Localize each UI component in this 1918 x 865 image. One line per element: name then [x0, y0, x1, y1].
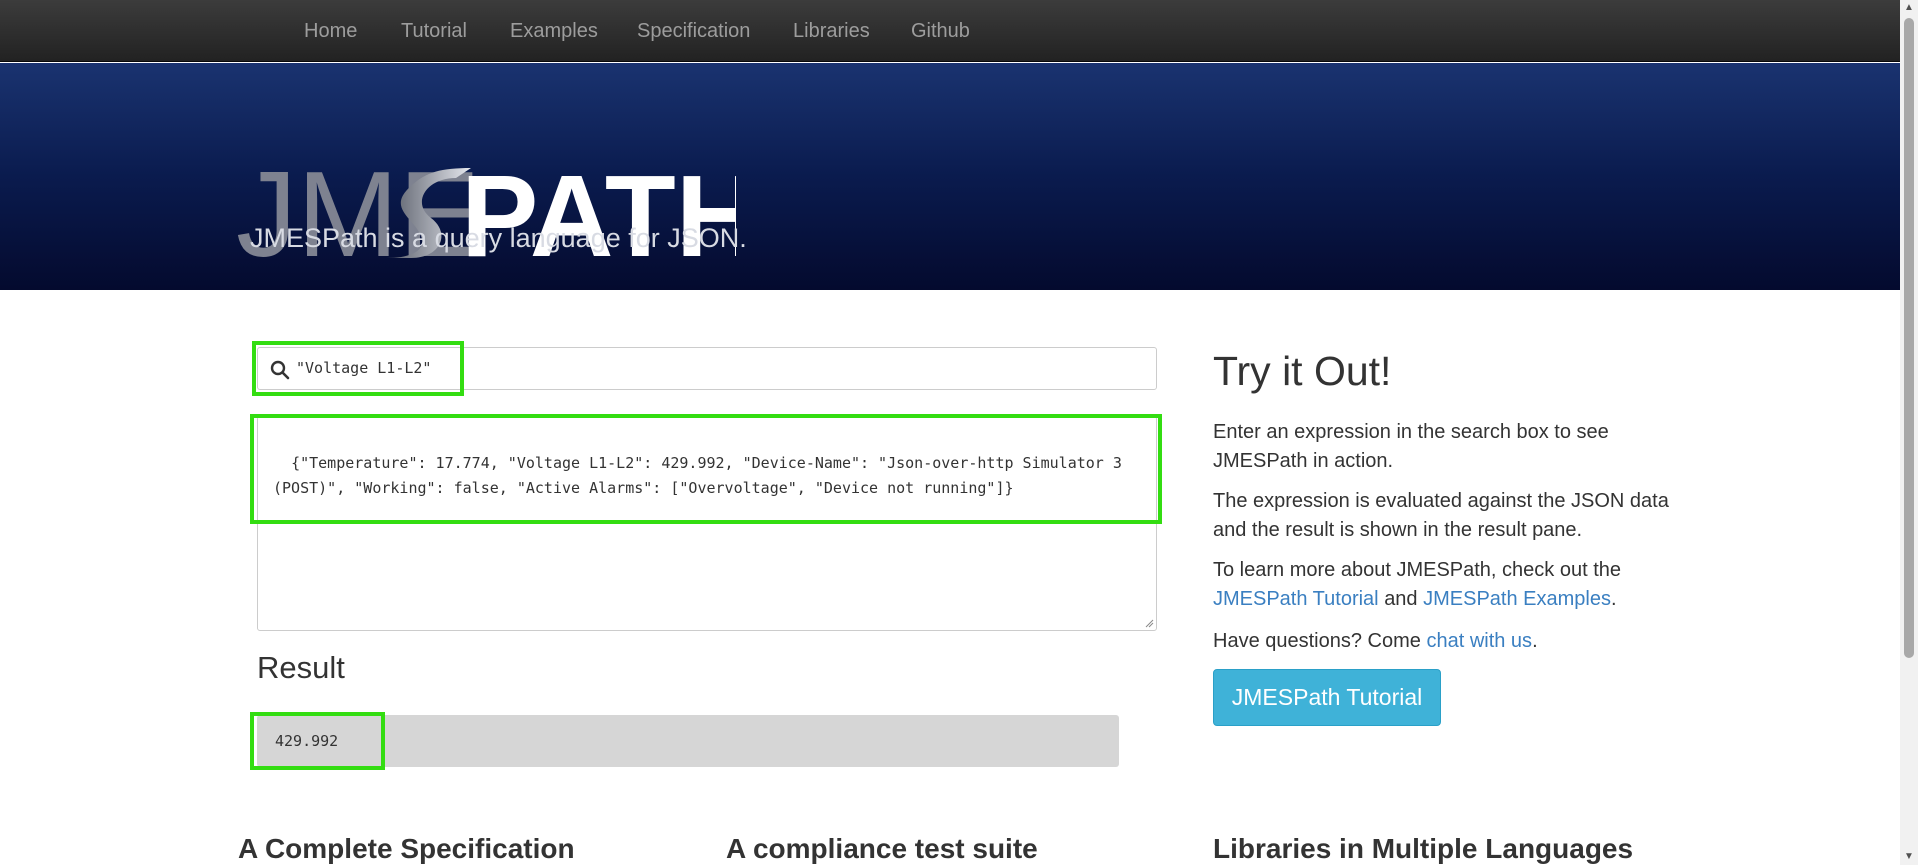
learn-more-suffix: . [1610, 588, 1617, 610]
result-pane: 429.992 [257, 715, 1119, 767]
header-banner: JME PATH JMESPath is a query language fo… [0, 63, 1900, 290]
scrollbar-thumb[interactable] [1904, 18, 1914, 658]
examples-link[interactable]: JMESPath Examples [1423, 588, 1611, 610]
questions-prefix: Have questions? Come [1213, 630, 1421, 652]
learn-more-and: and [1384, 588, 1418, 610]
top-navbar: Home Tutorial Examples Specification Lib… [0, 0, 1900, 62]
nav-github[interactable]: Github [911, 0, 970, 62]
json-input-value[interactable]: {"Temperature": 17.774, "Voltage L1-L2":… [273, 454, 1131, 497]
tutorial-link[interactable]: JMESPath Tutorial [1213, 588, 1379, 610]
learn-more-prefix: To learn more about JMESPath, check out … [1213, 559, 1621, 581]
search-value[interactable]: "Voltage L1-L2" [296, 348, 431, 389]
questions-suffix: . [1532, 630, 1538, 652]
resize-grip-icon[interactable] [1144, 618, 1154, 628]
json-input-textarea[interactable]: {"Temperature": 17.774, "Voltage L1-L2":… [257, 416, 1157, 631]
scroll-down-arrow-icon[interactable]: ▼ [1900, 849, 1918, 865]
learn-more-paragraph: To learn more about JMESPath, check out … [1213, 556, 1673, 614]
feature-heading-specification: A Complete Specification [238, 833, 575, 864]
nav-specification[interactable]: Specification [637, 0, 750, 62]
result-value: 429.992 [275, 732, 339, 750]
nav-tutorial[interactable]: Tutorial [401, 0, 467, 62]
questions-paragraph: Have questions? Come chat with us. [1213, 627, 1673, 656]
search-icon [270, 360, 290, 380]
tagline: JMESPath is a query language for JSON. [250, 223, 747, 253]
expression-search-input[interactable]: "Voltage L1-L2" [257, 347, 1157, 390]
result-heading: Result [257, 650, 345, 685]
intro-paragraph: Enter an expression in the search box to… [1213, 421, 1609, 472]
jmespath-tutorial-button[interactable]: JMESPath Tutorial [1213, 669, 1441, 726]
nav-libraries[interactable]: Libraries [793, 0, 870, 62]
page-scrollbar[interactable]: ▲ ▼ [1900, 0, 1918, 865]
nav-home[interactable]: Home [304, 0, 357, 62]
chat-link[interactable]: chat with us [1426, 630, 1532, 652]
feature-heading-compliance: A compliance test suite [726, 833, 1038, 864]
nav-examples[interactable]: Examples [510, 0, 598, 62]
evaluation-paragraph: The expression is evaluated against the … [1213, 490, 1669, 541]
scroll-up-arrow-icon[interactable]: ▲ [1900, 0, 1918, 16]
feature-heading-libraries: Libraries in Multiple Languages [1213, 833, 1634, 864]
try-it-out-title: Try it Out! [1213, 348, 1392, 394]
